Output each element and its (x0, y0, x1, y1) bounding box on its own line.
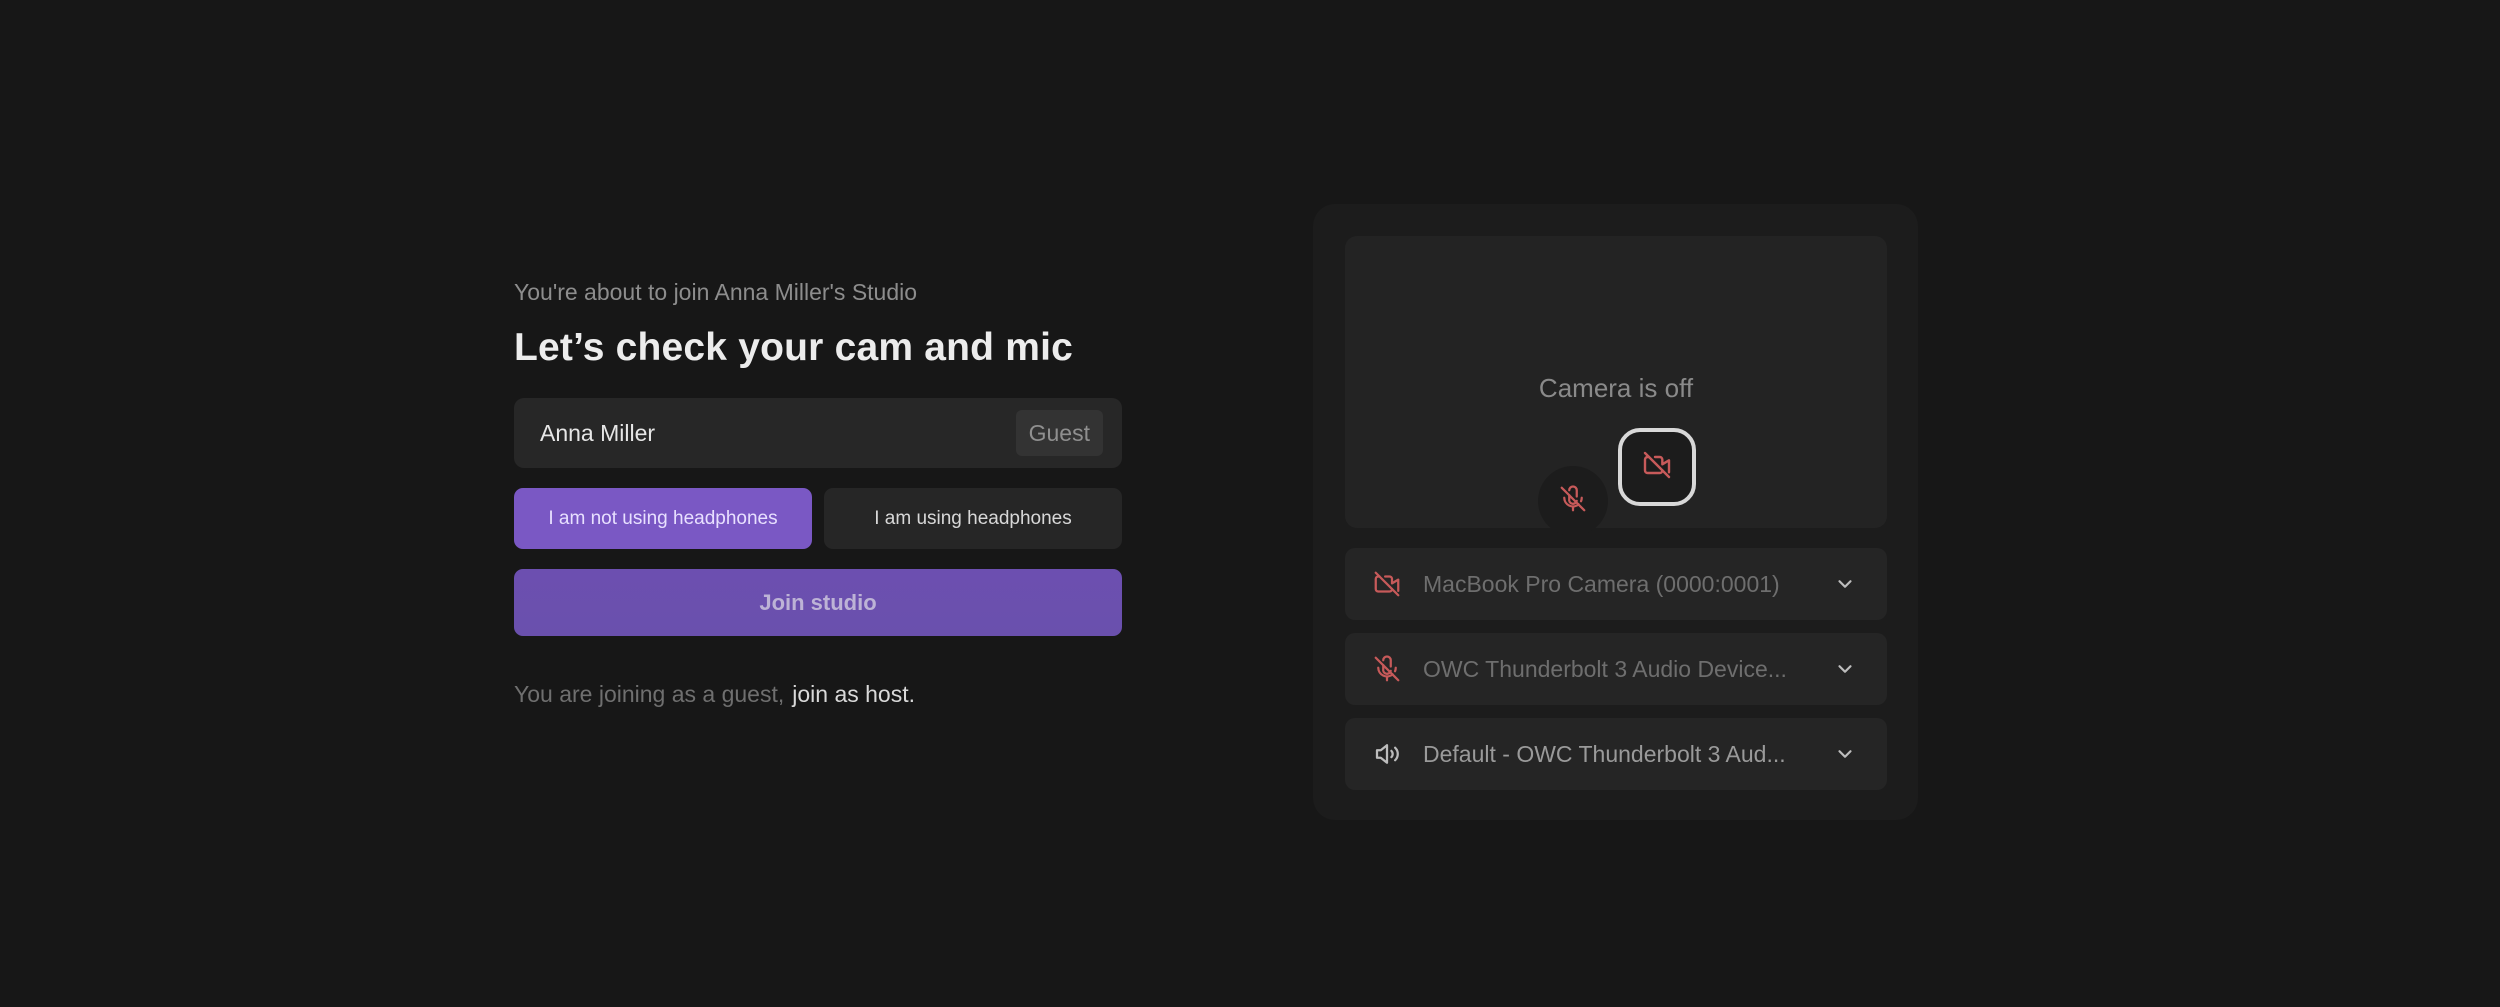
mic-toggle-button[interactable] (1538, 466, 1608, 536)
camera-status: Camera is off (1538, 373, 1694, 403)
guest-note: You are joining as a guest, join as host. (514, 678, 1122, 710)
role-badge: Guest (1015, 410, 1103, 456)
join-form: You're about to join Anna Miller's Studi… (514, 276, 1122, 710)
mic-off-icon (1371, 653, 1403, 685)
name-input[interactable] (540, 419, 1016, 447)
microphone-select-value: OWC Thunderbolt 3 Audio Device... (1423, 655, 1787, 682)
join-studio-button[interactable]: Join studio (514, 569, 1122, 636)
chevron-down-icon (1831, 655, 1859, 683)
headphones-toggle: I am not using headphones I am using hea… (514, 488, 1122, 549)
join-as-host-link[interactable]: join as host. (792, 681, 915, 707)
chevron-down-icon (1831, 570, 1859, 598)
not-using-headphones-button[interactable]: I am not using headphones (514, 488, 812, 549)
camera-toggle-button[interactable] (1618, 428, 1696, 506)
camera-select-value: MacBook Pro Camera (0000:0001) (1423, 570, 1780, 597)
camera-select[interactable]: MacBook Pro Camera (0000:0001) (1345, 548, 1887, 620)
camera-off-icon (1371, 568, 1403, 600)
speaker-icon (1371, 738, 1403, 770)
using-headphones-button[interactable]: I am using headphones (824, 488, 1122, 549)
page-title: Let’s check your cam and mic (514, 326, 1074, 369)
mic-off-icon (1558, 484, 1588, 519)
camera-off-icon (1641, 449, 1673, 486)
studio-subtitle: You're about to join Anna Miller's Studi… (514, 279, 918, 305)
chevron-down-icon (1831, 740, 1859, 768)
speaker-select[interactable]: Default - OWC Thunderbolt 3 Aud... (1345, 718, 1887, 790)
speaker-select-value: Default - OWC Thunderbolt 3 Aud... (1423, 740, 1786, 767)
camera-preview: Camera is off (1345, 236, 1887, 536)
name-field[interactable]: Guest (514, 398, 1122, 468)
guest-note-text: You are joining as a guest, (514, 681, 785, 707)
microphone-select[interactable]: OWC Thunderbolt 3 Audio Device... (1345, 633, 1887, 705)
device-panel: Camera is off MacBook Pro Camera (0000:0… (1313, 204, 1918, 820)
